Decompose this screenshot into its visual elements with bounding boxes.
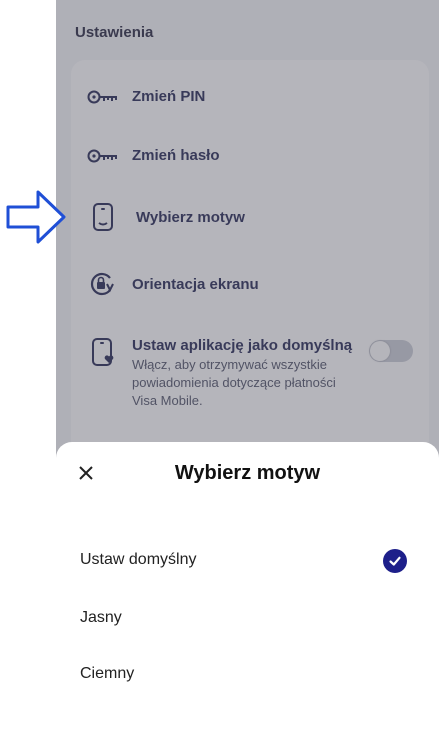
selected-check-icon — [383, 549, 407, 573]
sheet-title: Wybierz motyw — [174, 462, 321, 484]
theme-option-default[interactable]: Ustaw domyślny — [80, 551, 196, 569]
pointer-arrow-icon — [6, 188, 68, 251]
theme-bottom-sheet — [56, 442, 439, 735]
theme-option-dark[interactable]: Ciemny — [80, 665, 134, 683]
theme-option-light[interactable]: Jasny — [80, 609, 122, 627]
